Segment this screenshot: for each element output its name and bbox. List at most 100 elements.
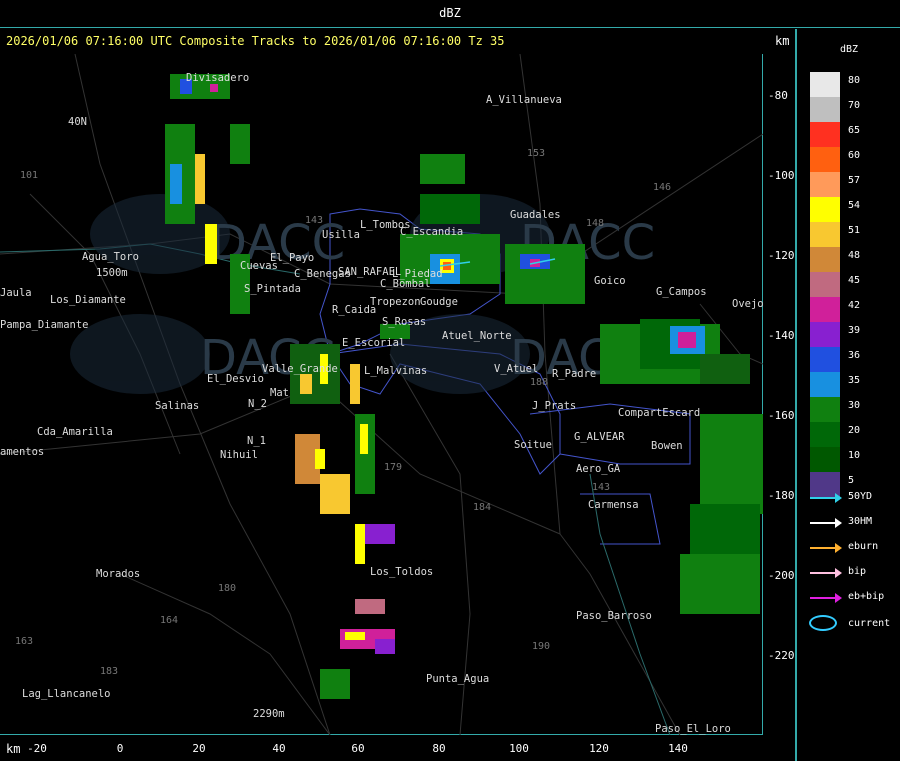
y-tick: -120: [768, 249, 795, 262]
legend-swatch: [810, 122, 840, 147]
echo-cell: [700, 354, 750, 384]
place-label: Usilla: [322, 229, 360, 241]
echo-cell: [375, 639, 395, 654]
place-label: G_Campos: [656, 286, 707, 298]
place-label: R_Caida: [332, 304, 377, 316]
x-tick: -20: [27, 742, 47, 755]
place-label: Paso_El_Loro: [655, 723, 731, 735]
road-number: 183: [100, 666, 119, 677]
echo-cell: [365, 524, 395, 544]
road-line: [119, 573, 331, 736]
echo-cell: [170, 164, 182, 204]
window-title: dBZ: [439, 6, 461, 20]
echo-cell: [678, 332, 696, 348]
legend-swatch-label: 60: [848, 150, 861, 161]
place-label: Aero_GA: [576, 463, 621, 475]
legend-swatch: [810, 172, 840, 197]
radar-map-canvas[interactable]: DACC DACC DACC DACC: [0, 53, 764, 736]
place-label: amentos: [0, 446, 45, 458]
track-label: eburn: [848, 541, 879, 552]
legend-swatch: [810, 97, 840, 122]
legend-swatch-label: 5: [848, 475, 855, 486]
track-arrow-icon: [810, 493, 842, 503]
place-label: Los_Toldos: [370, 566, 434, 578]
place-label: Pampa_Diamante: [0, 319, 89, 331]
place-label: C_Escandia: [400, 226, 464, 238]
legend-swatch-label: 35: [848, 375, 861, 386]
legend-swatch: [810, 197, 840, 222]
place-label: Carmensa: [588, 499, 639, 511]
place-label: Cda_Amarilla: [37, 426, 113, 438]
road-number: 179: [384, 462, 403, 473]
legend-swatch-label: 20: [848, 425, 861, 436]
echo-cell: [420, 154, 465, 184]
echo-cell: [420, 194, 480, 224]
echo-cell: [210, 84, 218, 92]
x-tick: 20: [192, 742, 206, 755]
legend-swatch-label: 45: [848, 275, 861, 286]
x-tick: 100: [509, 742, 529, 755]
road-number: 184: [473, 502, 492, 513]
current-label: current: [848, 618, 891, 629]
legend-swatch-label: 54: [848, 200, 861, 211]
place-label: G_ALVEAR: [574, 431, 625, 443]
road-number: 146: [653, 182, 672, 193]
road-number: 190: [532, 641, 551, 652]
place-label: Soitue: [514, 439, 552, 451]
track-label: bip: [848, 566, 867, 577]
echo-cell: [355, 524, 365, 564]
legend-swatch: [810, 272, 840, 297]
place-label: Mat: [270, 387, 289, 399]
place-label: S_Pintada: [244, 283, 301, 295]
place-label: Goico: [594, 275, 626, 287]
place-label: Valle_Grande: [262, 363, 338, 375]
echo-cell: [350, 364, 360, 404]
title-bar: dBZ: [0, 0, 900, 28]
legend-swatch-label: 30: [848, 400, 861, 411]
legend-swatch-label: 65: [848, 125, 861, 136]
x-tick: 120: [589, 742, 609, 755]
place-label: Paso_Barroso: [576, 610, 652, 622]
place-label: E_Escorial: [342, 337, 406, 349]
track-label: 30HM: [848, 516, 873, 527]
echo-cell: [300, 374, 312, 394]
place-label: CompartEscard: [618, 407, 701, 419]
place-label: 40N: [68, 116, 87, 128]
place-label: S_Rosas: [382, 316, 427, 328]
echo-cell: [230, 124, 250, 164]
track-label: 50YD: [848, 491, 873, 502]
echo-cell: [315, 449, 325, 469]
place-label: 2290m: [253, 708, 285, 720]
legend-swatch-label: 51: [848, 225, 861, 236]
place-label: Lag_Llancanelo: [22, 688, 111, 700]
echo-cell: [320, 669, 350, 699]
legend-swatch: [810, 447, 840, 472]
place-label: Salinas: [155, 400, 200, 412]
legend-swatch-label: 39: [848, 325, 861, 336]
road-number: 153: [527, 148, 546, 159]
legend-swatch-label: 70: [848, 100, 861, 111]
y-tick: -140: [768, 329, 795, 342]
echo-cell: [680, 554, 760, 614]
x-axis-unit: km: [6, 742, 21, 756]
echo-cell: [345, 632, 365, 640]
place-label: C_Bombal: [380, 278, 431, 290]
place-label: Cuevas: [240, 260, 278, 272]
legend-swatch: [810, 422, 840, 447]
road-number: 143: [305, 215, 324, 226]
place-label: Agua_Toro: [82, 251, 139, 263]
legend-swatch: [810, 72, 840, 97]
place-label: V_Atuel: [494, 363, 539, 375]
echo-cell: [505, 244, 585, 304]
place-label: Los_Diamante: [50, 294, 126, 306]
radar-map[interactable]: DACC DACC DACC DACC Divisadero A_Villanu…: [0, 53, 764, 736]
place-label: Atuel_Norte: [442, 330, 512, 342]
y-tick: -200: [768, 569, 795, 582]
track-arrow-icon: [810, 593, 842, 603]
x-tick: 80: [432, 742, 446, 755]
y-axis-unit: km: [775, 34, 790, 48]
legend-swatch-label: 48: [848, 250, 861, 261]
place-label: 1500m: [96, 267, 128, 279]
track-label: eb+bip: [848, 591, 885, 602]
road-number: 143: [592, 482, 611, 493]
